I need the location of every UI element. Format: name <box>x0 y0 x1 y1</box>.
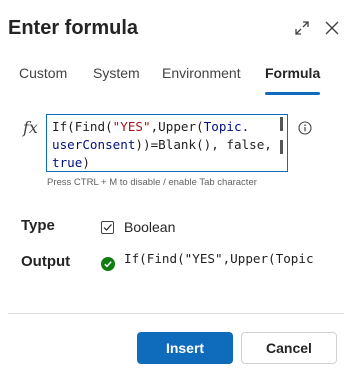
formula-token: ))=Blank(), false, <box>135 137 272 152</box>
success-check-icon <box>101 257 115 271</box>
formula-token: ,Upper( <box>150 119 204 134</box>
scrollbar-thumb[interactable] <box>280 117 283 131</box>
output-value: If(Find("YES",Upper(Topic <box>124 251 314 266</box>
type-label: Type <box>21 217 55 234</box>
close-button[interactable] <box>322 18 342 38</box>
scrollbar-thumb[interactable] <box>280 140 283 154</box>
enter-formula-dialog: Enter formula Custom System Environment … <box>0 0 352 379</box>
insert-button[interactable]: Insert <box>137 332 233 364</box>
formula-text[interactable]: If(Find("YES",Upper(Topic. userConsent))… <box>52 118 278 171</box>
formula-token: If(Find( <box>52 119 113 134</box>
info-icon[interactable] <box>298 121 312 135</box>
dialog-header: Enter formula <box>8 14 342 42</box>
checkmark-icon <box>103 224 112 231</box>
tab-character-hint: Press CTRL + M to disable / enable Tab c… <box>47 177 257 188</box>
formula-identifier-token: userConsent <box>52 137 136 152</box>
formula-token: ) <box>82 155 90 170</box>
fx-icon: fx <box>23 118 38 137</box>
tab-custom[interactable]: Custom <box>10 60 76 86</box>
output-label: Output <box>21 253 71 270</box>
footer-divider <box>8 313 344 314</box>
tab-environment[interactable]: Environment <box>153 60 250 86</box>
cancel-button[interactable]: Cancel <box>241 332 337 364</box>
formula-tabs: Custom System Environment Formula <box>10 60 342 95</box>
expand-icon <box>295 21 309 35</box>
formula-identifier-token: Topic. <box>203 119 250 134</box>
close-icon <box>325 21 339 35</box>
formula-string-token: "YES" <box>112 119 151 134</box>
boolean-checkbox[interactable] <box>101 221 114 234</box>
formula-editor[interactable]: If(Find("YES",Upper(Topic. userConsent))… <box>46 114 288 172</box>
type-value: Boolean <box>124 219 176 235</box>
formula-identifier-token: true <box>52 155 83 170</box>
dialog-title: Enter formula <box>8 17 139 39</box>
expand-button[interactable] <box>292 18 312 38</box>
tab-formula[interactable]: Formula <box>256 60 329 95</box>
tab-system[interactable]: System <box>84 60 149 86</box>
